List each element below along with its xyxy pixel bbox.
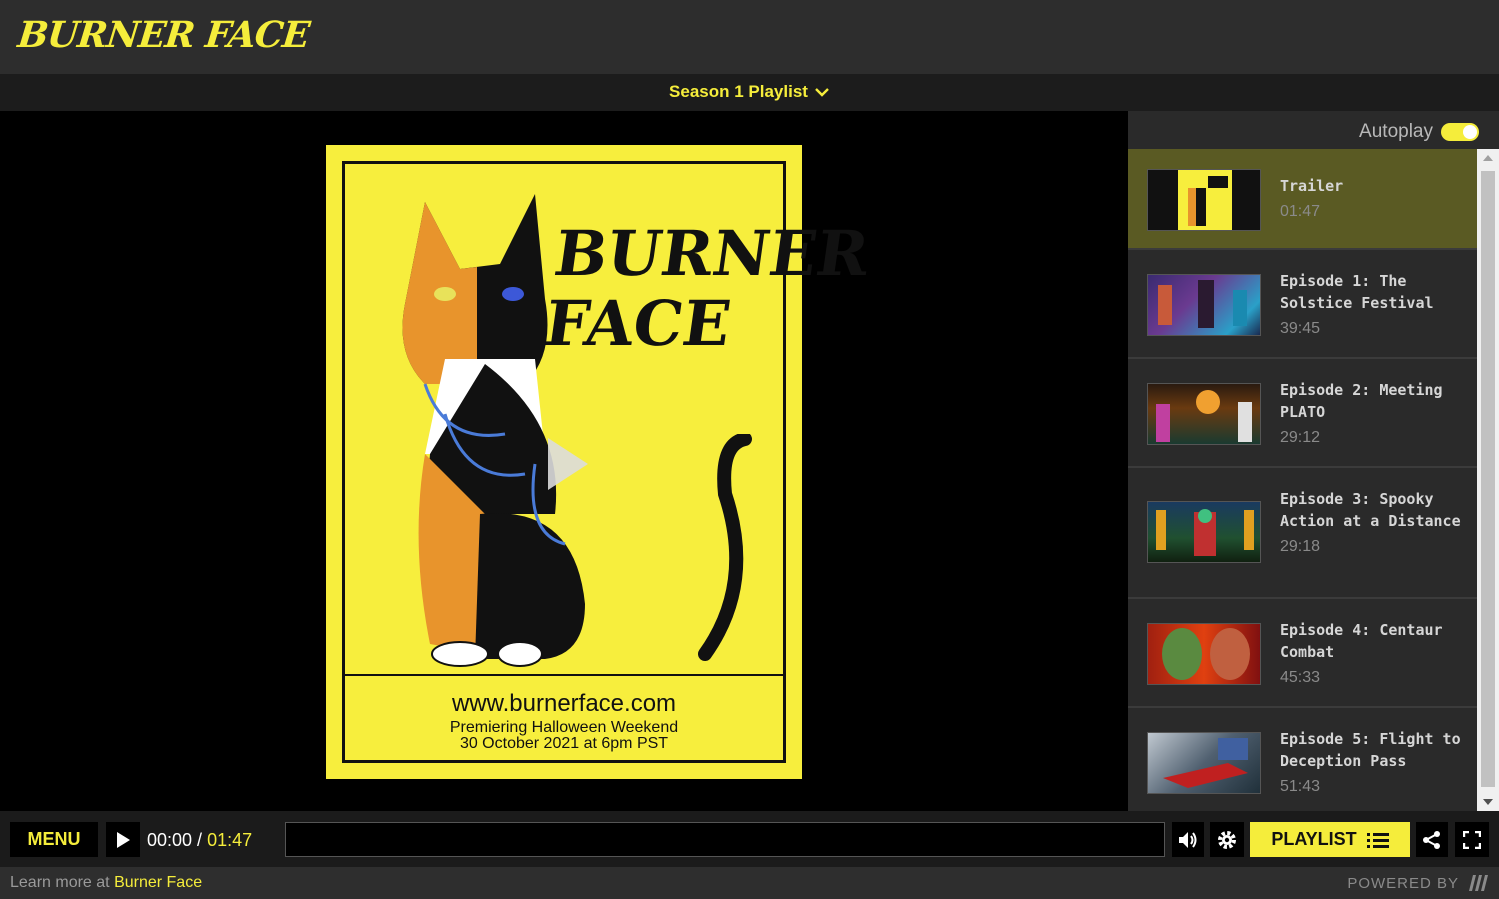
poster-date-text: 30 October 2021 at 6pm PST xyxy=(459,735,669,752)
episode-duration: 45:33 xyxy=(1280,669,1321,686)
volume-button[interactable] xyxy=(1172,822,1204,857)
header-bar: BURNER FACE xyxy=(0,0,1499,74)
autoplay-label: Autoplay xyxy=(1359,121,1433,142)
autoplay-toggle[interactable] xyxy=(1441,123,1479,141)
playlist-button[interactable]: PLAYLIST xyxy=(1250,822,1410,857)
poster-url: www.burnerface.com xyxy=(451,690,677,717)
episode-title: Episode 2: Meeting PLATO xyxy=(1280,381,1443,421)
episode-item-2[interactable]: Episode 2: Meeting PLATO 29:12 xyxy=(1128,359,1477,468)
episode-thumbnail xyxy=(1147,383,1261,445)
play-icon xyxy=(117,831,130,848)
episode-item-1[interactable]: Episode 1: The Solstice Festival 39:45 xyxy=(1128,250,1477,359)
footer-bar: Learn more at Burner Face POWERED BY xyxy=(0,867,1499,899)
playlist-button-label: PLAYLIST xyxy=(1271,829,1357,849)
powered-by[interactable]: POWERED BY xyxy=(1347,874,1489,892)
playlist-sidebar: Autoplay Trailer 01:47 Episode 1: The So… xyxy=(1128,111,1499,811)
time-separator: / xyxy=(192,830,208,850)
episode-thumbnail xyxy=(1147,501,1261,563)
time-display: 00:00 / 01:47 xyxy=(147,830,252,851)
playlist-selector-label: Season 1 Playlist xyxy=(669,82,808,101)
episode-thumbnail xyxy=(1147,169,1261,231)
autoplay-toggle-knob xyxy=(1463,125,1477,139)
episode-thumbnail xyxy=(1147,732,1261,794)
volume-icon xyxy=(1179,831,1197,848)
powered-by-label: POWERED BY xyxy=(1347,874,1459,892)
episode-item-trailer[interactable]: Trailer 01:47 xyxy=(1128,149,1477,250)
time-total: 01:47 xyxy=(207,830,253,850)
gear-icon xyxy=(1218,830,1236,849)
play-button[interactable] xyxy=(106,822,140,857)
learn-more-text: Learn more at Burner Face xyxy=(10,874,203,891)
episode-thumbnail xyxy=(1147,274,1261,336)
menu-button[interactable]: MENU xyxy=(10,822,98,857)
scroll-up-arrow-icon[interactable] xyxy=(1483,155,1493,161)
platform-logo-icon xyxy=(1469,875,1488,891)
playlist-bar: Season 1 Playlist xyxy=(0,74,1499,111)
episode-item-3[interactable]: Episode 3: Spooky Action at a Distance 2… xyxy=(1128,468,1477,599)
episode-title: Trailer xyxy=(1280,177,1344,195)
fullscreen-button[interactable] xyxy=(1455,822,1489,857)
episode-duration: 01:47 xyxy=(1280,203,1321,220)
chevron-down-icon xyxy=(815,88,829,97)
playlist-scrollbar[interactable] xyxy=(1477,149,1499,811)
poster-title: BURNER FACE xyxy=(540,217,874,360)
burner-face-logo[interactable]: BURNER FACE xyxy=(16,14,311,56)
list-icon xyxy=(1366,832,1389,848)
episode-title: Episode 5: Flight to Deception Pass xyxy=(1280,730,1461,770)
playlist-selector[interactable]: Season 1 Playlist xyxy=(669,82,830,102)
progress-bar[interactable] xyxy=(285,822,1165,857)
episode-item-5[interactable]: Episode 5: Flight to Deception Pass 51:4… xyxy=(1128,708,1477,811)
episode-item-4[interactable]: Episode 4: Centaur Combat 45:33 xyxy=(1128,599,1477,708)
scroll-down-arrow-icon[interactable] xyxy=(1483,799,1493,805)
episode-title: Episode 1: The Solstice Festival xyxy=(1280,272,1434,312)
episode-title: Episode 4: Centaur Combat xyxy=(1280,621,1443,661)
share-button[interactable] xyxy=(1416,822,1448,857)
burner-face-link[interactable]: Burner Face xyxy=(114,874,202,891)
time-current: 00:00 xyxy=(147,830,193,850)
scroll-thumb[interactable] xyxy=(1481,171,1495,787)
settings-button[interactable] xyxy=(1210,822,1244,857)
share-icon xyxy=(1423,830,1440,849)
episode-title: Episode 3: Spooky Action at a Distance xyxy=(1280,490,1461,530)
episode-list[interactable]: Trailer 01:47 Episode 1: The Solstice Fe… xyxy=(1128,149,1477,811)
video-player[interactable]: BURNER FACE www.burnerface.com Premierin… xyxy=(0,111,1128,811)
fullscreen-icon xyxy=(1463,830,1481,849)
episode-thumbnail xyxy=(1147,623,1261,685)
player-controls: MENU 00:00 / 01:47 PLAYLIST xyxy=(0,811,1499,867)
autoplay-control: Autoplay xyxy=(1359,121,1479,143)
episode-duration: 51:43 xyxy=(1280,778,1321,795)
cat-tail xyxy=(698,434,752,661)
episode-duration: 29:12 xyxy=(1280,429,1321,446)
episode-duration: 39:45 xyxy=(1280,320,1321,337)
poster-divider xyxy=(345,674,783,676)
big-play-icon[interactable] xyxy=(548,438,588,490)
episode-duration: 29:18 xyxy=(1280,538,1321,555)
